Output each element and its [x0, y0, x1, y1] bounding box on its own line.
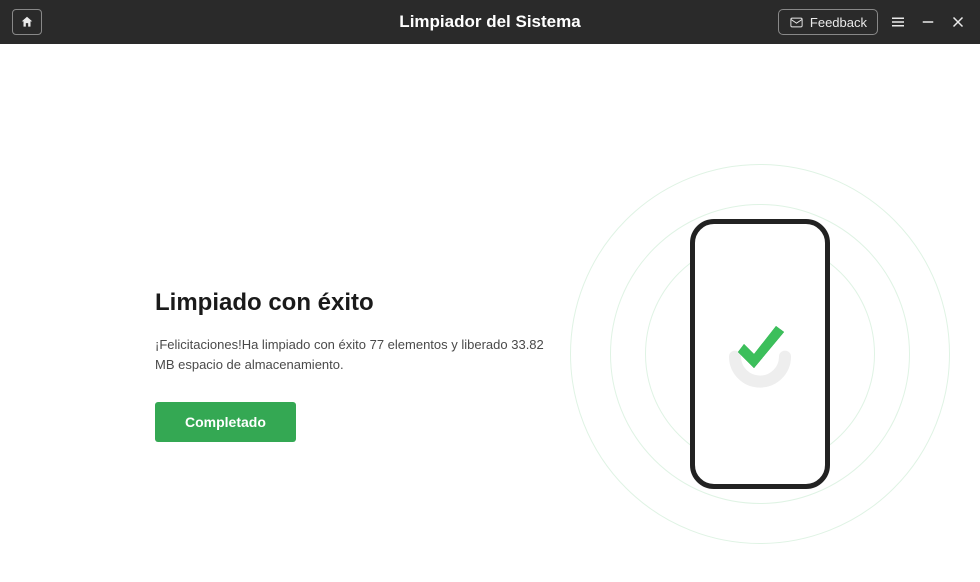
- phone-outline-icon: [690, 219, 830, 489]
- checkmark-icon: [730, 320, 790, 380]
- complete-button[interactable]: Completado: [155, 402, 296, 442]
- mail-icon: [789, 15, 804, 30]
- home-icon: [20, 15, 34, 29]
- close-button[interactable]: [948, 12, 968, 32]
- menu-button[interactable]: [888, 12, 908, 32]
- illustration: [560, 154, 960, 554]
- home-button[interactable]: [12, 9, 42, 35]
- result-panel: Limpiado con éxito ¡Felicitaciones!Ha li…: [155, 289, 555, 442]
- main-content: Limpiado con éxito ¡Felicitaciones!Ha li…: [0, 44, 980, 582]
- titlebar: Limpiador del Sistema Feedback: [0, 0, 980, 44]
- result-heading: Limpiado con éxito: [155, 289, 555, 317]
- result-subtext: ¡Felicitaciones!Ha limpiado con éxito 77…: [155, 335, 555, 374]
- feedback-label: Feedback: [810, 15, 867, 30]
- close-icon: [949, 13, 967, 31]
- feedback-button[interactable]: Feedback: [778, 9, 878, 35]
- titlebar-controls: Feedback: [778, 9, 968, 35]
- menu-icon: [889, 13, 907, 31]
- minimize-button[interactable]: [918, 12, 938, 32]
- window-title: Limpiador del Sistema: [399, 12, 580, 32]
- minimize-icon: [919, 13, 937, 31]
